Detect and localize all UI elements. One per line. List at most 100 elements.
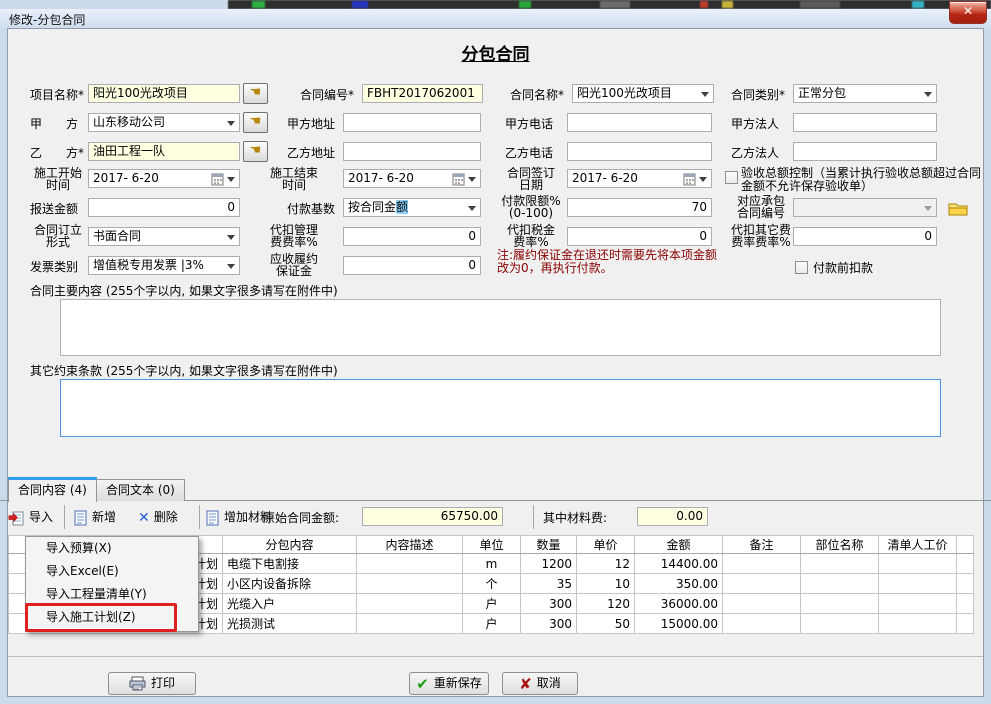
- contract-type-combo[interactable]: 正常分包: [793, 84, 937, 103]
- related-contract-combo[interactable]: [793, 198, 937, 217]
- party-b-field[interactable]: 油田工程一队: [88, 142, 240, 161]
- pay-base-combo[interactable]: 按合同金额: [343, 198, 481, 217]
- end-date-label: 施工结束 时间: [250, 167, 338, 191]
- project-name-field[interactable]: 阳光100光改项目: [88, 84, 240, 103]
- col-remark[interactable]: 备注: [723, 536, 801, 554]
- close-button[interactable]: ✕: [949, 1, 987, 24]
- party-a-picker-button[interactable]: ☚: [243, 112, 268, 133]
- contract-type-label: 合同类别*: [731, 87, 785, 103]
- orig-amount-field[interactable]: 65750.00: [362, 507, 503, 526]
- deposit-field[interactable]: 0: [343, 256, 481, 275]
- chevron-down-icon[interactable]: [468, 206, 476, 211]
- invoice-type-combo[interactable]: 增值税专用发票 |3%: [88, 256, 240, 275]
- chevron-down-icon[interactable]: [227, 235, 235, 240]
- party-a-addr-field[interactable]: [343, 113, 481, 132]
- contract-no-field[interactable]: FBHT2017062001: [362, 84, 483, 103]
- toolbar-separator: [533, 505, 534, 529]
- menu-item-import-excel[interactable]: 导入Excel(E): [26, 560, 198, 583]
- chevron-down-icon[interactable]: [227, 121, 235, 126]
- cancel-button[interactable]: ✘取消: [502, 672, 578, 695]
- party-a-tel-field[interactable]: [567, 113, 712, 132]
- contract-name-combo[interactable]: 阳光100光改项目: [572, 84, 714, 103]
- party-b-legal-field[interactable]: [793, 142, 937, 161]
- sign-date-value: 2017- 6-20: [572, 171, 638, 185]
- party-b-addr-field[interactable]: [343, 142, 481, 161]
- add-row-button[interactable]: 新增: [74, 506, 116, 528]
- sign-date-field[interactable]: 2017- 6-20: [567, 169, 712, 188]
- check-icon: ✔: [416, 674, 429, 694]
- delete-row-button[interactable]: ✕删除: [138, 506, 178, 528]
- tax-fee-field[interactable]: 0: [567, 227, 712, 246]
- pay-limit-field[interactable]: 70: [567, 198, 712, 217]
- contract-form-label: 合同订立 形式: [28, 224, 88, 248]
- window-title: 修改-分包合同: [9, 11, 85, 28]
- menu-item-import-budget[interactable]: 导入预算(X): [26, 537, 198, 560]
- mgmt-fee-label: 代扣管理 费费率%: [250, 224, 338, 248]
- contract-form-combo[interactable]: 书面合同: [88, 227, 240, 246]
- party-b-tel-field[interactable]: [567, 142, 712, 161]
- hand-pointer-icon: ☚: [250, 85, 262, 100]
- pay-limit-label: 付款限额% (0-100): [496, 195, 566, 219]
- col-list-price[interactable]: 清单人工价: [879, 536, 957, 554]
- calendar-icon[interactable]: [452, 172, 465, 186]
- related-contract-label: 对应承包 合同编号: [729, 195, 793, 219]
- report-amount-field[interactable]: 0: [88, 198, 240, 217]
- col-price[interactable]: 单价: [577, 536, 635, 554]
- tab-contract-text[interactable]: 合同文本 (0): [96, 479, 185, 501]
- import-icon: [8, 510, 25, 526]
- other-fee-label: 代扣其它费 费率费率%: [727, 224, 795, 248]
- party-a-combo[interactable]: 山东移动公司: [88, 113, 240, 132]
- main-content-textarea[interactable]: [60, 299, 941, 356]
- pay-base-selected-text: 额: [396, 200, 408, 214]
- title-bar[interactable]: [0, 9, 991, 28]
- save-button[interactable]: ✔重新保存: [409, 672, 489, 695]
- chevron-down-icon[interactable]: [227, 177, 235, 182]
- footer-separator: [8, 656, 983, 657]
- accept-total-control-label: 验收总额控制（当累计执行验收总额超过合同金额不允许保存验收单）: [741, 167, 989, 193]
- contract-name-value: 阳光100光改项目: [577, 86, 672, 100]
- import-label: 导入: [29, 510, 53, 524]
- col-part[interactable]: 部位名称: [801, 536, 879, 554]
- project-picker-button[interactable]: ☚: [243, 83, 268, 104]
- pay-base-label: 付款基数: [287, 201, 335, 217]
- browse-folder-button[interactable]: [945, 197, 971, 219]
- close-icon: ✕: [963, 4, 973, 18]
- start-date-value: 2017- 6-20: [93, 171, 159, 185]
- col-amount[interactable]: 金额: [635, 536, 723, 554]
- accept-total-control-checkbox[interactable]: [725, 171, 738, 184]
- background-icon: [352, 1, 368, 8]
- other-terms-textarea[interactable]: [60, 379, 941, 437]
- col-qty[interactable]: 数量: [521, 536, 577, 554]
- end-date-field[interactable]: 2017- 6-20: [343, 169, 481, 188]
- print-button[interactable]: 打印: [108, 672, 196, 695]
- party-b-legal-label: 乙方法人: [731, 145, 779, 161]
- deposit-label: 应收履约 保证金: [250, 253, 338, 277]
- main-content-label: 合同主要内容 (255个字以内, 如果文字很多请写在附件中): [30, 283, 338, 299]
- background-icon: [252, 1, 265, 8]
- col-content[interactable]: 分包内容: [223, 536, 357, 554]
- import-button[interactable]: 导入: [8, 506, 53, 528]
- background-icon: [519, 1, 531, 8]
- chevron-down-icon[interactable]: [227, 264, 235, 269]
- add-row-label: 新增: [92, 510, 116, 524]
- chevron-down-icon[interactable]: [468, 177, 476, 182]
- chevron-down-icon[interactable]: [924, 92, 932, 97]
- other-fee-field[interactable]: 0: [793, 227, 937, 246]
- col-unit[interactable]: 单位: [463, 536, 521, 554]
- chevron-down-icon[interactable]: [699, 177, 707, 182]
- start-date-label: 施工开始 时间: [28, 167, 88, 191]
- col-desc[interactable]: 内容描述: [357, 536, 463, 554]
- contract-name-label: 合同名称*: [510, 87, 564, 103]
- folder-icon: [948, 200, 968, 216]
- pre-pay-deduct-checkbox[interactable]: [795, 261, 808, 274]
- chevron-down-icon[interactable]: [701, 92, 709, 97]
- party-b-picker-button[interactable]: ☚: [243, 141, 268, 162]
- start-date-field[interactable]: 2017- 6-20: [88, 169, 240, 188]
- material-fee-field[interactable]: 0.00: [637, 507, 708, 526]
- party-a-legal-field[interactable]: [793, 113, 937, 132]
- material-fee-label: 其中材料费:: [543, 508, 607, 528]
- calendar-icon[interactable]: [683, 172, 696, 186]
- mgmt-fee-field[interactable]: 0: [343, 227, 481, 246]
- tab-contract-content[interactable]: 合同内容 (4): [8, 477, 97, 502]
- calendar-icon[interactable]: [211, 172, 224, 186]
